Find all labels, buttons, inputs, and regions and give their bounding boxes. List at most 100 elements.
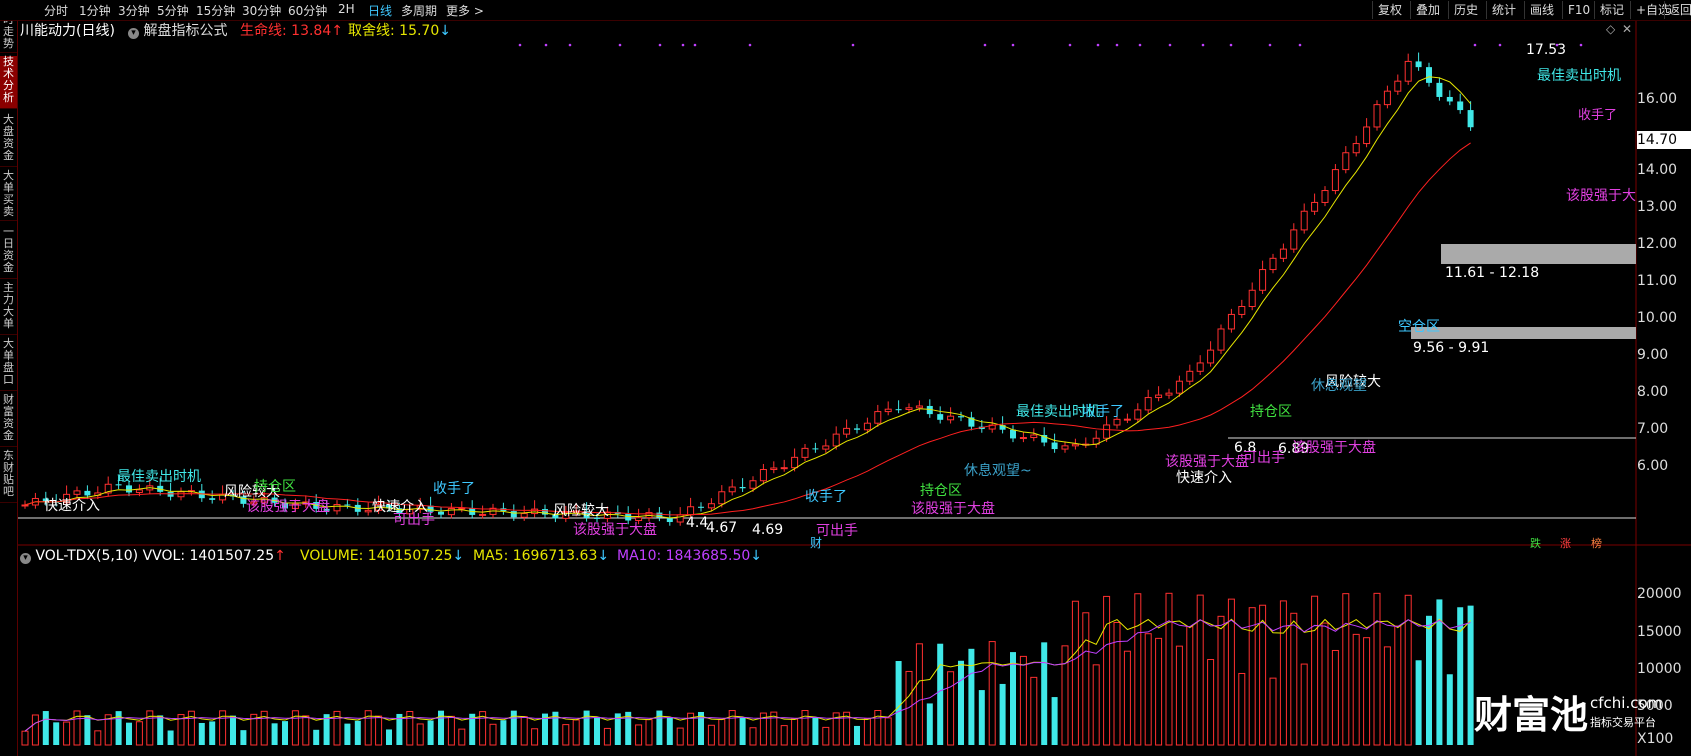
volume-bar (1426, 615, 1432, 745)
down-arrow-icon: ↓ (750, 548, 762, 564)
ma10-text: MA10: 1843685.50 (617, 548, 751, 564)
volume-indicator-title[interactable]: ▾ VOL-TDX(5,10) VVOL: 1401507.25↑ (20, 548, 286, 564)
volume-bar (53, 722, 60, 745)
candle-body (1352, 143, 1360, 154)
volume-bar (1394, 625, 1402, 746)
volume-bar (822, 726, 830, 746)
volume-bar (988, 641, 996, 746)
volume-bar (500, 720, 507, 745)
candle-body (1383, 90, 1391, 106)
candle-body (1269, 257, 1277, 271)
volume-bar (863, 718, 871, 746)
candle-body (1290, 229, 1298, 250)
rise-tag[interactable]: 涨 (1560, 535, 1571, 551)
volume-bar (230, 715, 236, 745)
volume-bar (749, 727, 757, 746)
signal-dot (518, 43, 522, 47)
rank-tag[interactable]: 榜 (1591, 535, 1602, 551)
volume-bar (458, 728, 466, 746)
candle-body (73, 490, 81, 495)
candle-body (479, 513, 487, 516)
current-price-label: 14.70 (1637, 131, 1691, 149)
y-tick: 16.00 (1637, 91, 1678, 107)
candle-body (1321, 190, 1329, 203)
signal-dot (693, 43, 697, 47)
signal-label: 收手了 (433, 481, 475, 497)
indicator-dropdown[interactable]: ▾ 解盘指标公式 (128, 20, 227, 40)
candle-body (843, 427, 851, 435)
fall-tag[interactable]: 跌 (1530, 535, 1541, 551)
candle-body (520, 513, 528, 518)
down-arrow-icon: ↓ (597, 548, 610, 564)
candle-body (1467, 110, 1474, 128)
volume-bar (1217, 615, 1225, 746)
stock-title: 川能动力(日线) (20, 23, 115, 39)
volume-bar (1269, 677, 1277, 746)
volume-bar (135, 721, 143, 746)
zone-lower-label: 9.56 - 9.91 (1413, 340, 1490, 356)
candle-body (937, 414, 944, 420)
signal-label: 该股强于大盘 (573, 522, 657, 538)
candle-body (947, 415, 955, 421)
candle-body (1426, 67, 1432, 83)
volume-bar (1279, 600, 1287, 746)
candle-body (1227, 313, 1235, 330)
watermark-subtitle: 指标交易平台 (1590, 716, 1656, 729)
candle-body (510, 511, 517, 518)
candle-body (1238, 306, 1246, 315)
volume-bar (594, 716, 600, 745)
volume-bar (489, 723, 497, 746)
dropdown-icon: ▾ (128, 28, 139, 39)
volume-bar (416, 723, 424, 746)
candle-body (791, 456, 799, 469)
volume-bar (1103, 595, 1111, 746)
candle-body (1051, 442, 1058, 450)
candle-body (687, 506, 695, 516)
candle-body (1196, 362, 1204, 372)
volume-bar (386, 729, 392, 745)
candle-body (895, 409, 902, 411)
volume-bar (1467, 605, 1474, 745)
signal-label: 最佳卖出时机 (1537, 68, 1621, 84)
close-icon[interactable]: ✕ (1622, 22, 1632, 36)
signal-dot (1096, 43, 1100, 47)
y-tick: 12.00 (1637, 236, 1678, 252)
ma5-text: MA5: 1696713.63 (473, 548, 598, 564)
volume-bar (1144, 633, 1152, 746)
candle-body (728, 486, 736, 493)
volume-bar (447, 715, 455, 746)
up-arrow-icon: ↑ (274, 548, 286, 564)
volume-bar (739, 717, 746, 745)
ma5-value: MA5: 1696713.63↓ (473, 548, 609, 564)
candle-body (1373, 104, 1381, 128)
volume-bar (427, 720, 434, 745)
candle-body (1331, 169, 1339, 192)
volume-bar (157, 715, 164, 745)
volume-bar (1071, 600, 1079, 746)
candle-body (801, 447, 809, 458)
resistance-zone-lower (1411, 327, 1636, 339)
volume-text: VOLUME: 1401507.25 (300, 548, 453, 564)
signal-dot (1298, 43, 1302, 47)
candle-body (1300, 210, 1308, 231)
signal-label: 收手了 (805, 489, 847, 505)
volume-title-text: VOL-TDX(5,10) VVOL: 1401507.25 (35, 548, 275, 564)
dropdown-icon: ▾ (20, 553, 31, 564)
volume-bar (978, 690, 985, 745)
sell-line-text: 取舍线: 15.70 (348, 23, 440, 39)
volume-bar (926, 703, 933, 745)
volume-bar (1092, 664, 1100, 746)
collapse-icon[interactable]: ◇ (1606, 22, 1615, 36)
low-marker-c: 4.4 (686, 515, 709, 531)
signal-label: 持仓区 (920, 483, 962, 499)
volume-bar (42, 711, 49, 745)
volume-bar (937, 643, 944, 745)
volume-bar (958, 660, 964, 745)
kline-chart[interactable] (0, 0, 1691, 756)
y-tick: 10.00 (1637, 310, 1678, 326)
signal-label: 持仓区 (254, 479, 296, 495)
candle-body (447, 508, 455, 516)
candle-body (1207, 349, 1215, 364)
volume-bar (63, 721, 71, 746)
watermark-logo: 财富池 (1474, 693, 1589, 737)
